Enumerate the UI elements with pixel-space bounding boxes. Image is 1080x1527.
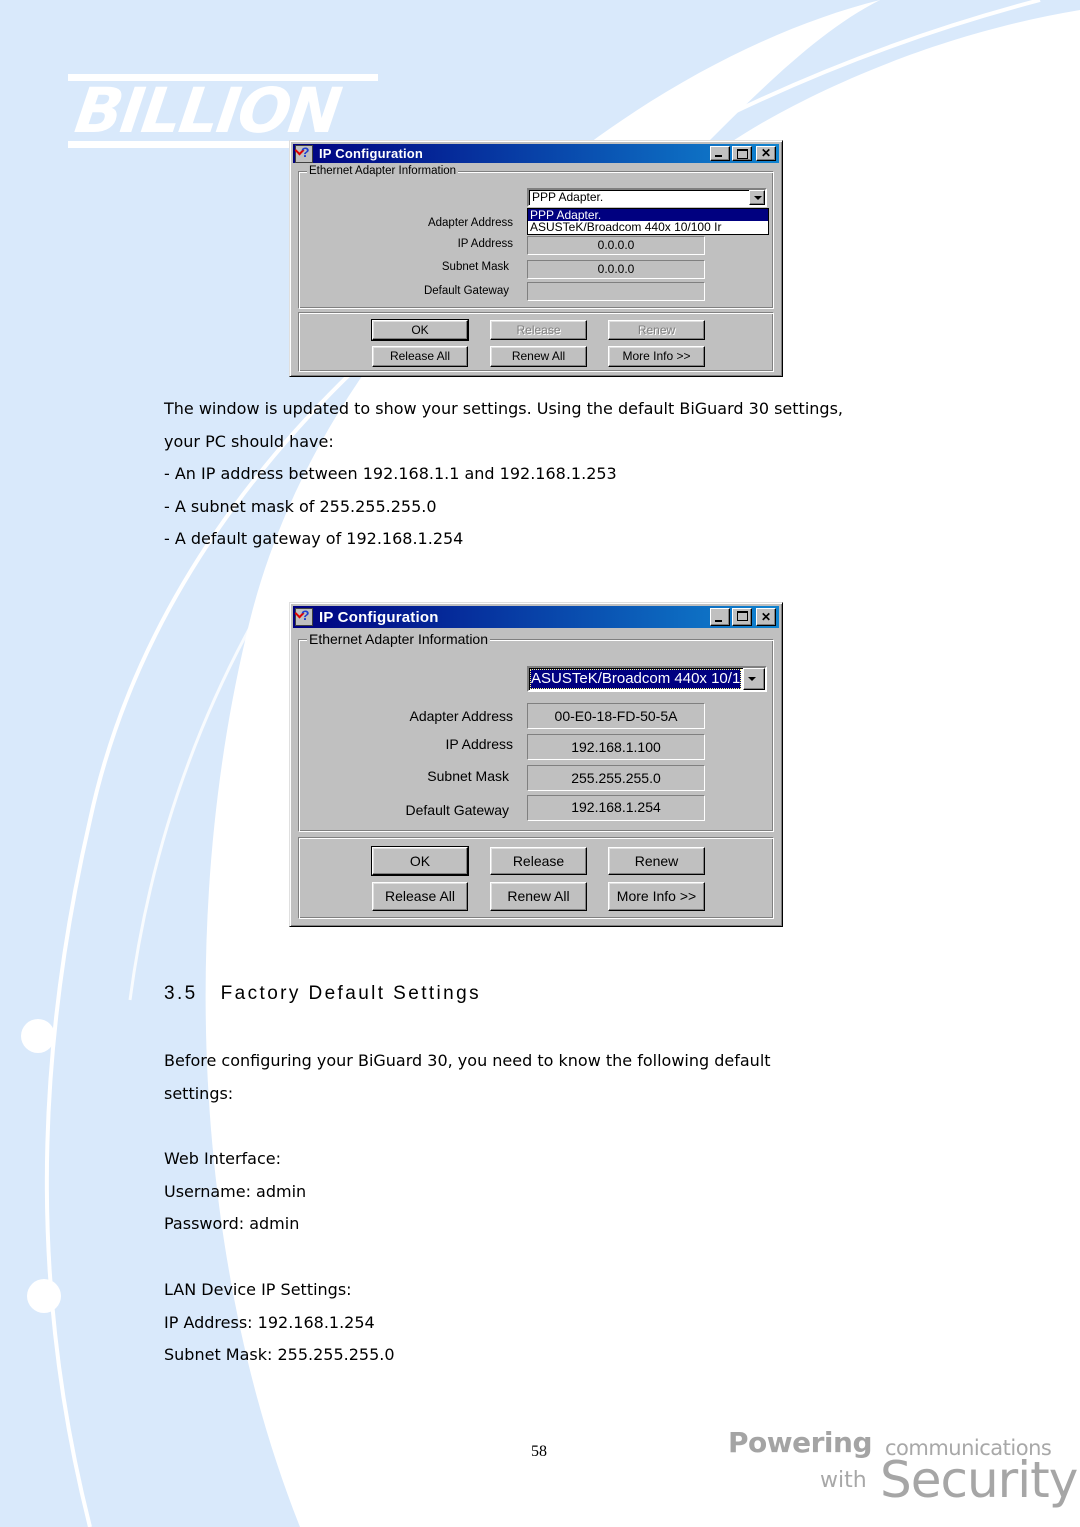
default-gateway-label: Default Gateway bbox=[405, 802, 510, 818]
background-dot bbox=[21, 1019, 55, 1053]
default-username: Username: admin bbox=[164, 1181, 307, 1201]
section-intro: Before configuring your BiGuard 30, you … bbox=[164, 1045, 771, 1110]
group-label: Ethernet Adapter Information bbox=[307, 164, 459, 178]
dropdown-option[interactable]: ASUSTeK/Broadcom 440x 10/100 Ir bbox=[528, 221, 768, 233]
adapter-dropdown-list[interactable]: PPP Adapter. ASUSTeK/Broadcom 440x 10/10… bbox=[527, 208, 769, 235]
logo-text: BILLION bbox=[70, 74, 345, 147]
subnet-mask-field: 255.255.255.0 bbox=[527, 765, 705, 791]
default-subnet-mask: Subnet Mask: 255.255.255.0 bbox=[164, 1345, 395, 1364]
maximize-icon bbox=[737, 611, 748, 621]
renew-all-button[interactable]: Renew All bbox=[490, 346, 587, 367]
button-group: OK Release Renew Release All Renew All M… bbox=[298, 837, 774, 919]
paragraph-line: settings: bbox=[164, 1083, 234, 1103]
more-info-button[interactable]: More Info >> bbox=[608, 346, 705, 367]
adapter-info-group: Ethernet Adapter Information PPP Adapter… bbox=[298, 164, 774, 309]
default-gateway-label: Default Gateway bbox=[423, 285, 509, 297]
default-password: Password: admin bbox=[164, 1214, 300, 1233]
tagline-with: with bbox=[820, 1468, 867, 1493]
chevron-down-icon[interactable] bbox=[743, 668, 765, 690]
chevron-down-icon[interactable] bbox=[749, 190, 765, 205]
window-title: IP Configuration bbox=[319, 608, 439, 626]
release-button[interactable]: Release bbox=[490, 320, 587, 340]
maximize-button[interactable] bbox=[732, 146, 752, 161]
close-button[interactable]: ✕ bbox=[756, 146, 776, 161]
section-heading: 3.5 Factory Default Settings bbox=[164, 983, 482, 1004]
paragraph-line: The window is updated to show your setti… bbox=[164, 399, 843, 418]
lan-settings-title: LAN Device IP Settings: bbox=[164, 1280, 352, 1299]
minimize-button[interactable] bbox=[710, 146, 730, 161]
more-info-button[interactable]: More Info >> bbox=[608, 882, 705, 911]
subnet-mask-field: 0.0.0.0 bbox=[527, 260, 705, 279]
ip-address-field: 192.168.1.100 bbox=[527, 734, 705, 760]
minimize-button[interactable] bbox=[710, 608, 730, 626]
tagline-powering: Powering bbox=[728, 1426, 873, 1459]
ip-address-label: IP Address bbox=[445, 736, 513, 752]
ip-address-field: 0.0.0.0 bbox=[527, 236, 705, 255]
ip-address-label: IP Address bbox=[457, 238, 513, 250]
release-all-button[interactable]: Release All bbox=[372, 346, 468, 367]
web-interface-title: Web Interface: bbox=[164, 1149, 281, 1168]
bullet-default-gateway: - A default gateway of 192.168.1.254 bbox=[164, 529, 464, 548]
window-title: IP Configuration bbox=[319, 146, 424, 161]
paragraph-line: your PC should have: bbox=[164, 431, 334, 451]
adapter-info-group: Ethernet Adapter Information ASUSTeK/Bro… bbox=[298, 630, 774, 832]
tagline-security: Security bbox=[880, 1451, 1078, 1509]
renew-all-button[interactable]: Renew All bbox=[490, 882, 587, 911]
title-bar[interactable]: ? IP Configuration ✕ bbox=[293, 606, 779, 628]
help-question-icon: ? bbox=[294, 607, 313, 626]
close-button[interactable]: ✕ bbox=[756, 608, 776, 626]
billion-logo: BILLION bbox=[68, 74, 390, 150]
adapter-address-label: Adapter Address bbox=[409, 708, 513, 724]
maximize-button[interactable] bbox=[732, 608, 752, 626]
renew-button[interactable]: Renew bbox=[608, 847, 705, 875]
ip-config-dialog-ethernet: ? IP Configuration ✕ Ethernet Adapter In… bbox=[289, 602, 783, 927]
group-label: Ethernet Adapter Information bbox=[307, 630, 490, 648]
page-number: 58 bbox=[531, 1443, 547, 1460]
title-bar[interactable]: ? IP Configuration ✕ bbox=[293, 144, 779, 163]
subnet-mask-label: Subnet Mask bbox=[441, 261, 509, 273]
close-icon: ✕ bbox=[760, 610, 772, 624]
default-ip-address: IP Address: 192.168.1.254 bbox=[164, 1312, 375, 1332]
minimize-icon bbox=[715, 620, 722, 622]
adapter-select-value: ASUSTeK/Broadcom 440x 10/1 bbox=[530, 669, 742, 689]
help-question-icon: ? bbox=[294, 144, 313, 163]
background-dot bbox=[27, 1279, 61, 1313]
paragraph-line: Before configuring your BiGuard 30, you … bbox=[164, 1051, 771, 1070]
release-button[interactable]: Release bbox=[490, 847, 587, 875]
settings-explanation: The window is updated to show your setti… bbox=[164, 393, 843, 556]
adapter-address-field: 00-E0-18-FD-50-5A bbox=[527, 703, 705, 729]
adapter-select-value: PPP Adapter. bbox=[532, 190, 604, 204]
adapter-select[interactable]: ASUSTeK/Broadcom 440x 10/1 bbox=[527, 666, 767, 692]
maximize-icon bbox=[737, 149, 748, 159]
default-gateway-field: 192.168.1.254 bbox=[527, 795, 705, 821]
subnet-mask-label: Subnet Mask bbox=[427, 768, 509, 784]
adapter-address-label: Adapter Address bbox=[427, 217, 513, 229]
ok-button[interactable]: OK bbox=[371, 319, 469, 341]
renew-button[interactable]: Renew bbox=[608, 320, 705, 340]
close-icon: ✕ bbox=[760, 146, 772, 160]
dropdown-option[interactable]: PPP Adapter. bbox=[528, 209, 768, 221]
ip-config-dialog-ppp: ? IP Configuration ✕ Ethernet Adapter In… bbox=[289, 140, 783, 377]
lan-ip-defaults: LAN Device IP Settings: IP Address: 192.… bbox=[164, 1274, 395, 1372]
bullet-subnet-mask: - A subnet mask of 255.255.255.0 bbox=[164, 496, 437, 516]
brand-tagline: Powering communications with Security bbox=[728, 1424, 1078, 1524]
ok-button[interactable]: OK bbox=[371, 846, 469, 876]
minimize-icon bbox=[715, 155, 722, 157]
default-gateway-field bbox=[527, 282, 705, 301]
button-group: OK Release Renew Release All Renew All M… bbox=[298, 312, 774, 372]
adapter-select[interactable]: PPP Adapter. bbox=[527, 188, 767, 207]
release-all-button[interactable]: Release All bbox=[372, 882, 468, 911]
bullet-ip-range: - An IP address between 192.168.1.1 and … bbox=[164, 464, 617, 483]
web-interface-defaults: Web Interface: Username: admin Password:… bbox=[164, 1143, 306, 1241]
